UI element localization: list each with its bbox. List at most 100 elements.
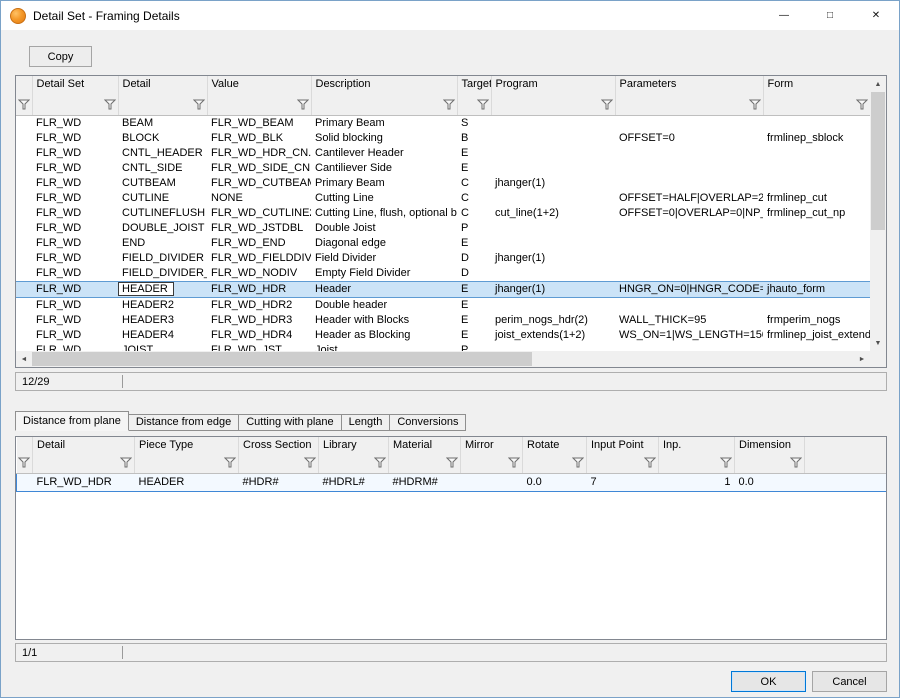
filter-icon[interactable]	[104, 99, 116, 110]
tab-distance-from-edge[interactable]: Distance from edge	[128, 414, 239, 431]
cell-form[interactable]	[763, 161, 870, 176]
cell-detail_set[interactable]: FLR_WD	[32, 161, 118, 176]
cell-material[interactable]: #HDRM#	[389, 473, 461, 491]
table-row[interactable]: FLR_WDFIELD_DIVIDER_...FLR_WD_NODIVEmpty…	[16, 266, 870, 282]
table-row[interactable]: FLR_WDJOISTFLR_WD_JSTJoistP	[16, 343, 870, 352]
column-header-program[interactable]: Program	[491, 76, 615, 96]
cell-parameters[interactable]	[615, 266, 763, 282]
cell-detail[interactable]: BEAM	[118, 115, 207, 131]
cell-detail_set[interactable]: FLR_WD	[32, 115, 118, 131]
row-selector[interactable]	[16, 251, 32, 266]
cell-target[interactable]: E	[457, 297, 491, 313]
row-selector[interactable]	[16, 297, 32, 313]
table-row[interactable]: FLR_WDDOUBLE_JOISTFLR_WD_JSTDBLDouble Jo…	[16, 221, 870, 236]
cell-cross_section[interactable]: #HDR#	[239, 473, 319, 491]
cell-description[interactable]: Solid blocking	[311, 131, 457, 146]
cell-parameters[interactable]	[615, 343, 763, 352]
cell-detail_set[interactable]: FLR_WD	[32, 191, 118, 206]
cell-description[interactable]: Cantilever Header	[311, 146, 457, 161]
row-selector[interactable]	[16, 131, 32, 146]
cell-form[interactable]	[763, 297, 870, 313]
row-selector[interactable]	[16, 328, 32, 343]
cell-detail[interactable]: CNTL_HEADER	[118, 146, 207, 161]
row-selector[interactable]	[16, 206, 32, 221]
horizontal-scroll-track[interactable]	[32, 351, 854, 367]
cell-value[interactable]: FLR_WD_NODIV	[207, 266, 311, 282]
cell-description[interactable]: Primary Beam	[311, 176, 457, 191]
row-selector[interactable]	[16, 221, 32, 236]
cell-parameters[interactable]	[615, 236, 763, 251]
column-header-rotate[interactable]: Rotate	[523, 437, 587, 455]
cell-target[interactable]: P	[457, 343, 491, 352]
column-header-material[interactable]: Material	[389, 437, 461, 455]
row-selector[interactable]	[16, 191, 32, 206]
cell-detail[interactable]: BLOCK	[118, 131, 207, 146]
cell-value[interactable]: FLR_WD_CUTBEAM	[207, 176, 311, 191]
cell-detail_set[interactable]: FLR_WD	[32, 176, 118, 191]
cell-detail_set[interactable]: FLR_WD	[32, 328, 118, 343]
table-row[interactable]: FLR_WDHEADER4FLR_WD_HDR4Header as Blocki…	[16, 328, 870, 343]
cell-input_point[interactable]: 7	[587, 473, 659, 491]
cell-program[interactable]: perim_nogs_hdr(2)	[491, 313, 615, 328]
column-header-description[interactable]: Description	[311, 76, 457, 96]
cell-form[interactable]	[763, 146, 870, 161]
filter-icon[interactable]	[297, 99, 309, 110]
cell-value[interactable]: FLR_WD_FIELDDIV	[207, 251, 311, 266]
cell-form[interactable]	[763, 221, 870, 236]
filter-icon[interactable]	[18, 99, 30, 110]
row-selector[interactable]	[16, 343, 32, 352]
scroll-down-icon[interactable]: ▼	[870, 335, 886, 351]
row-selector[interactable]	[16, 115, 32, 131]
table-row[interactable]: FLR_WDBLOCKFLR_WD_BLKSolid blockingBOFFS…	[16, 131, 870, 146]
cell-target[interactable]: E	[457, 313, 491, 328]
cell-detail[interactable]: DOUBLE_JOIST	[118, 221, 207, 236]
column-header-mirror[interactable]: Mirror	[461, 437, 523, 455]
cell-detail[interactable]: CNTL_SIDE	[118, 161, 207, 176]
cell-parameters[interactable]	[615, 176, 763, 191]
cell-value[interactable]: FLR_WD_END	[207, 236, 311, 251]
cell-detail_set[interactable]: FLR_WD	[32, 343, 118, 352]
vertical-scroll-track[interactable]	[870, 92, 886, 335]
table-row[interactable]: FLR_WDHEADER3FLR_WD_HDR3Header with Bloc…	[16, 313, 870, 328]
cell-value[interactable]: FLR_WD_BEAM	[207, 115, 311, 131]
cell-form[interactable]	[763, 115, 870, 131]
copy-button[interactable]: Copy	[29, 46, 92, 67]
cell-parameters[interactable]: WALL_THICK=95	[615, 313, 763, 328]
cell-parameters[interactable]	[615, 297, 763, 313]
cell-form[interactable]: frmlinep_cut_np	[763, 206, 870, 221]
cell-description[interactable]: Cantiliever Side	[311, 161, 457, 176]
cell-value[interactable]: FLR_WD_SIDE_CN...	[207, 161, 311, 176]
column-header-library[interactable]: Library	[319, 437, 389, 455]
column-header-input_point[interactable]: Input Point	[587, 437, 659, 455]
cell-form[interactable]: frmlinep_joist_extends	[763, 328, 870, 343]
cell-detail[interactable]: HEADER	[118, 281, 207, 297]
filter-icon[interactable]	[443, 99, 455, 110]
cell-parameters[interactable]: HNGR_ON=0|HNGR_CODE=<>|...	[615, 281, 763, 297]
vertical-scrollbar[interactable]: ▲ ▼	[870, 76, 886, 351]
row-selector[interactable]	[16, 236, 32, 251]
cancel-button[interactable]: Cancel	[812, 671, 887, 692]
row-selector[interactable]	[16, 146, 32, 161]
cell-program[interactable]	[491, 343, 615, 352]
cell-parameters[interactable]: OFFSET=0	[615, 131, 763, 146]
cell-parameters[interactable]	[615, 221, 763, 236]
vertical-scroll-thumb[interactable]	[871, 92, 885, 230]
tab-distance-from-plane[interactable]: Distance from plane	[15, 411, 129, 431]
table-row[interactable]: FLR_WDCNTL_HEADERFLR_WD_HDR_CN...Cantile…	[16, 146, 870, 161]
cell-program[interactable]	[491, 266, 615, 282]
cell-parameters[interactable]	[615, 161, 763, 176]
filter-icon[interactable]	[477, 99, 489, 110]
row-selector[interactable]	[16, 266, 32, 282]
cell-form[interactable]: jhauto_form	[763, 281, 870, 297]
cell-detail_set[interactable]: FLR_WD	[32, 221, 118, 236]
scroll-up-icon[interactable]: ▲	[870, 76, 886, 92]
cell-form[interactable]	[763, 266, 870, 282]
cell-value[interactable]: FLR_WD_JST	[207, 343, 311, 352]
table-row[interactable]: FLR_WD_HDRHEADER#HDR##HDRL##HDRM#0.0710.…	[17, 473, 887, 491]
cell-description[interactable]: Field Divider	[311, 251, 457, 266]
cell-parameters[interactable]	[615, 251, 763, 266]
cell-program[interactable]: joist_extends(1+2)	[491, 328, 615, 343]
filter-icon[interactable]	[193, 99, 205, 110]
filter-icon[interactable]	[508, 457, 520, 468]
cell-detail_set[interactable]: FLR_WD	[32, 297, 118, 313]
